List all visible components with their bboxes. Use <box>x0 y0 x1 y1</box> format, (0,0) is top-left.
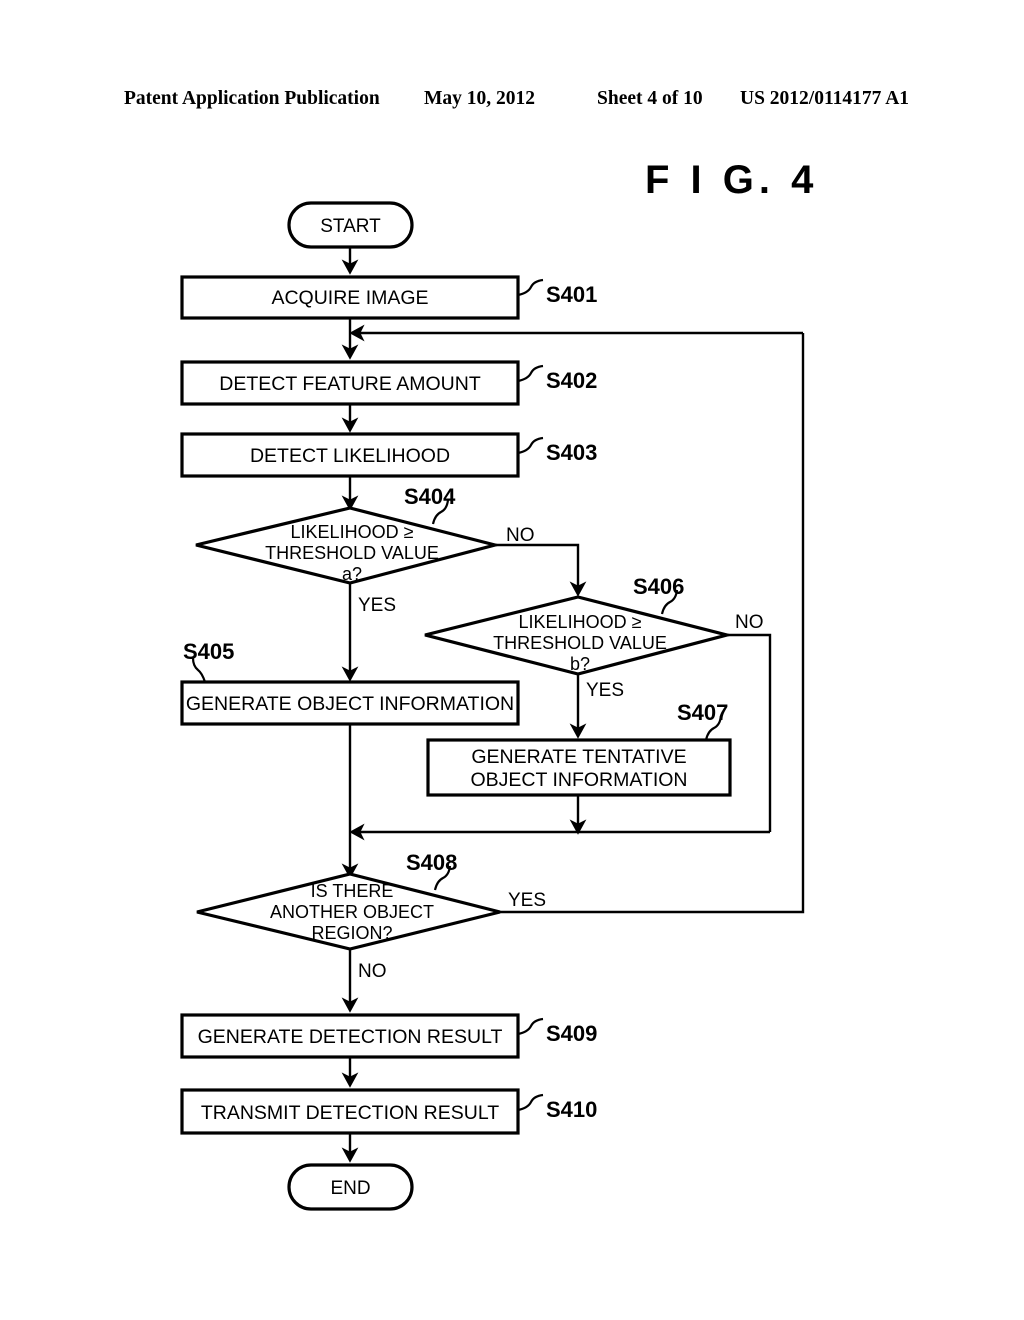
s405-label: GENERATE OBJECT INFORMATION <box>186 693 514 715</box>
s408-yes-label: YES <box>508 890 546 911</box>
s407-line1: GENERATE TENTATIVE <box>471 746 686 768</box>
s401-step-label: S401 <box>546 282 597 307</box>
start-label: START <box>320 216 381 237</box>
s405-step-label: S405 <box>183 639 234 664</box>
s407-step-label: S407 <box>677 700 728 725</box>
s401-leader <box>517 278 544 297</box>
s404-line1: LIKELIHOOD ≥ <box>291 522 414 542</box>
node-s401[interactable]: ACQUIRE IMAGE S401 <box>180 275 597 320</box>
s406-line3: b? <box>570 654 590 674</box>
node-s409[interactable]: GENERATE DETECTION RESULT S409 <box>180 1013 597 1059</box>
node-s403[interactable]: DETECT LIKELIHOOD S403 <box>180 432 597 478</box>
s401-label: ACQUIRE IMAGE <box>271 287 428 309</box>
s406-no-label: NO <box>735 612 764 633</box>
s410-step-label: S410 <box>546 1097 597 1122</box>
s406-line2: THRESHOLD VALUE <box>493 633 667 653</box>
s402-label: DETECT FEATURE AMOUNT <box>219 373 481 395</box>
s410-leader <box>517 1093 544 1112</box>
node-start[interactable]: START <box>287 201 414 249</box>
s404-no-label: NO <box>506 525 535 546</box>
s408-no-label: NO <box>358 961 387 982</box>
s410-label: TRANSMIT DETECTION RESULT <box>201 1102 499 1124</box>
s404-line3: a? <box>342 564 362 584</box>
s407-line2: OBJECT INFORMATION <box>470 769 687 791</box>
flowchart-diagram: START ACQUIRE IMAGE S401 DETECT FEATURE … <box>180 201 805 1211</box>
node-s408[interactable]: IS THERE ANOTHER OBJECT REGION? S408 YES… <box>196 850 546 982</box>
s404-step-label: S404 <box>404 484 456 509</box>
s402-leader <box>517 364 544 383</box>
s408-line1: IS THERE <box>311 881 394 901</box>
edge-s406-no-to-merge <box>727 633 772 832</box>
s409-label: GENERATE DETECTION RESULT <box>198 1026 503 1048</box>
s408-step-label: S408 <box>406 850 457 875</box>
s408-line2: ANOTHER OBJECT <box>270 902 434 922</box>
node-s402[interactable]: DETECT FEATURE AMOUNT S402 <box>180 360 597 406</box>
s406-line1: LIKELIHOOD ≥ <box>519 612 642 632</box>
s408-line3: REGION? <box>311 923 392 943</box>
s402-step-label: S402 <box>546 368 597 393</box>
s409-leader <box>517 1017 544 1036</box>
s403-step-label: S403 <box>546 440 597 465</box>
node-s404[interactable]: LIKELIHOOD ≥ THRESHOLD VALUE a? S404 NO … <box>195 484 535 616</box>
end-label: END <box>330 1178 370 1199</box>
s406-step-label: S406 <box>633 574 684 599</box>
s406-yes-label: YES <box>586 680 624 701</box>
patent-figure-page: Patent Application Publication May 10, 2… <box>0 0 1024 1320</box>
node-end[interactable]: END <box>287 1163 414 1211</box>
edge-s404-no-to-s406 <box>495 543 587 597</box>
s403-label: DETECT LIKELIHOOD <box>250 445 450 467</box>
s403-leader <box>517 436 544 455</box>
s409-step-label: S409 <box>546 1021 597 1046</box>
node-s410[interactable]: TRANSMIT DETECTION RESULT S410 <box>180 1088 597 1135</box>
s404-line2: THRESHOLD VALUE <box>265 543 439 563</box>
s404-yes-label: YES <box>358 595 396 616</box>
